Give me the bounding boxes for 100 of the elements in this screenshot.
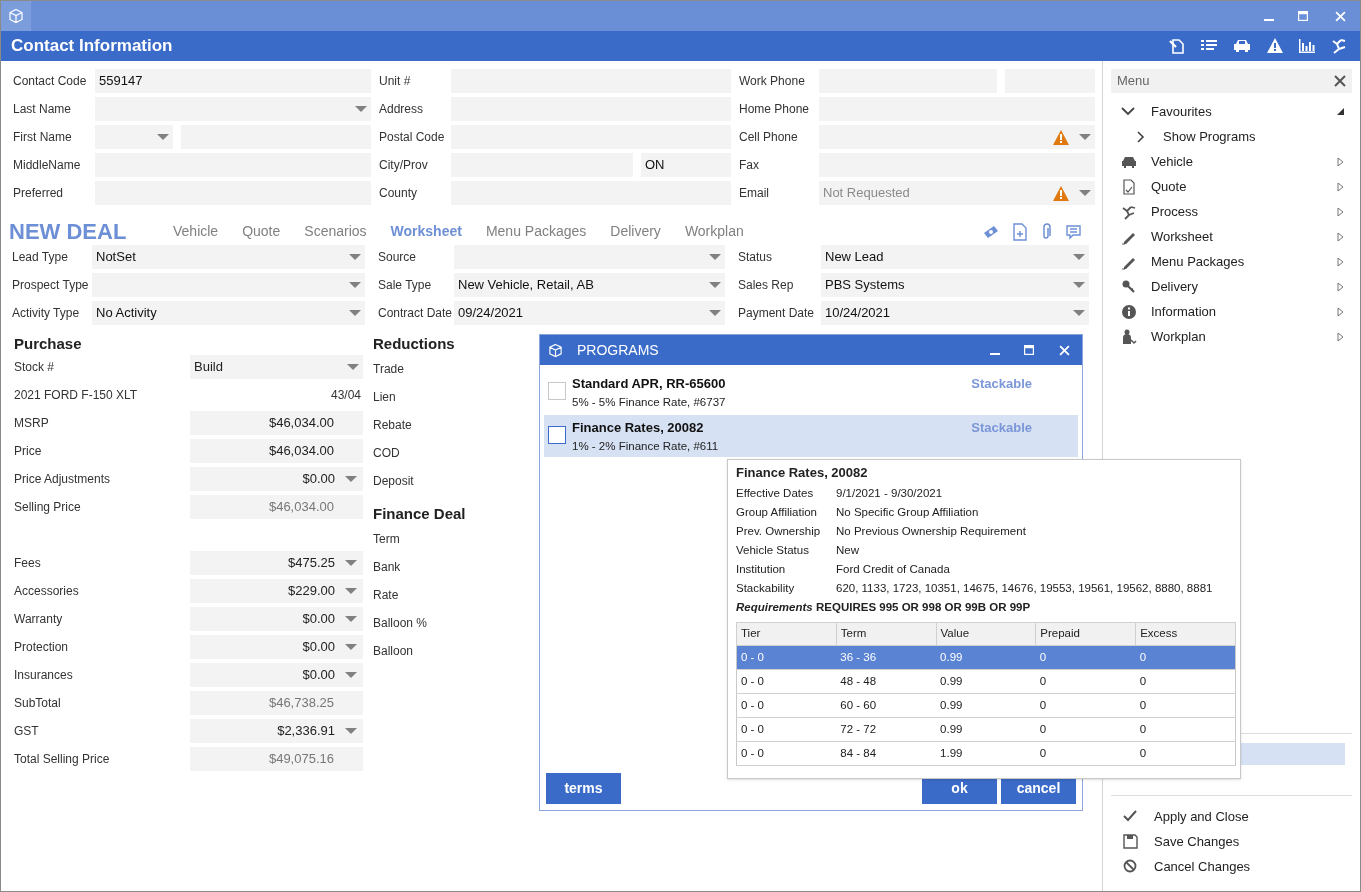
submenu-arrow-icon[interactable] — [1337, 331, 1344, 342]
menu-item[interactable]: Process — [1103, 199, 1360, 224]
tab[interactable]: Scenarios — [296, 221, 375, 243]
menu-item[interactable]: Show Programs — [1103, 124, 1360, 149]
submenu-arrow-icon[interactable] — [1337, 156, 1344, 167]
caret-icon[interactable] — [1079, 134, 1091, 140]
submenu-arrow-icon[interactable] — [1337, 206, 1344, 217]
submenu-arrow-icon[interactable] — [1337, 231, 1344, 242]
dropdown-field[interactable] — [95, 97, 371, 121]
field-label: COD — [373, 445, 400, 462]
caret-icon[interactable] — [345, 560, 357, 566]
tab[interactable]: Quote — [234, 221, 289, 243]
table-cell: 0 — [1035, 693, 1136, 718]
table-row[interactable]: 0 - 0 48 - 48 0.99 0 0 — [736, 669, 1236, 694]
tab[interactable]: Workplan — [676, 221, 752, 243]
checkbox[interactable] — [548, 382, 566, 400]
menu-item[interactable]: Menu Packages — [1103, 249, 1360, 274]
dropdown-field[interactable]: NotSet — [92, 245, 365, 269]
caret-icon[interactable] — [347, 364, 359, 370]
menu-item[interactable]: Favourites — [1103, 99, 1360, 124]
input-field[interactable]: $46,034.00 — [190, 439, 363, 463]
paperclip-icon[interactable] — [1040, 223, 1052, 241]
chevron-down-icon[interactable] — [1121, 107, 1135, 116]
caret-icon[interactable] — [349, 310, 361, 316]
chevron-right-icon[interactable] — [1137, 130, 1145, 143]
dropdown-field[interactable] — [819, 125, 1095, 149]
dropdown-field[interactable]: $0.00 — [190, 607, 363, 631]
table-row[interactable]: 0 - 0 36 - 36 0.99 0 0 — [736, 645, 1236, 670]
menu-item[interactable]: Quote — [1103, 174, 1360, 199]
bar-chart-icon[interactable] — [1298, 37, 1316, 55]
caret-icon[interactable] — [345, 644, 357, 650]
table-cell: 0.99 — [936, 693, 1036, 718]
caret-icon[interactable] — [349, 282, 361, 288]
caret-icon[interactable] — [1073, 310, 1085, 316]
submenu-arrow-icon[interactable] — [1337, 256, 1344, 267]
dropdown-field[interactable]: 09/24/2021 — [454, 301, 725, 325]
caret-icon[interactable] — [1073, 254, 1085, 260]
dropdown-field[interactable]: $2,336.91 — [190, 719, 363, 743]
add-document-icon[interactable] — [1012, 223, 1028, 241]
menu-action[interactable]: Save Changes — [1103, 829, 1360, 854]
caret-icon[interactable] — [345, 728, 357, 734]
menu-item[interactable]: Vehicle — [1103, 149, 1360, 174]
menu-action[interactable]: Cancel Changes — [1103, 854, 1360, 879]
dropdown-field[interactable] — [454, 245, 725, 269]
checkbox[interactable] — [548, 426, 566, 444]
dropdown-field[interactable]: No Activity — [92, 301, 365, 325]
dropdown-field[interactable] — [95, 125, 173, 149]
table-cell: 1.99 — [936, 741, 1036, 766]
close-icon[interactable] — [1334, 75, 1346, 87]
caret-icon[interactable] — [345, 616, 357, 622]
menu-item[interactable]: Delivery — [1103, 274, 1360, 299]
dropdown-field[interactable]: $0.00 — [190, 467, 363, 491]
dropdown-field[interactable]: PBS Systems — [821, 273, 1089, 297]
dropdown-field[interactable]: Build — [190, 355, 363, 379]
caret-icon[interactable] — [1079, 190, 1091, 196]
menu-item[interactable]: Workplan — [1103, 324, 1360, 349]
dropdown-field[interactable]: $475.25 — [190, 551, 363, 575]
submenu-arrow-icon[interactable] — [1337, 306, 1344, 317]
field-label: Sale Type — [377, 277, 433, 294]
caret-icon[interactable] — [1073, 282, 1085, 288]
dropdown-field[interactable] — [92, 273, 365, 297]
caret-icon[interactable] — [355, 106, 367, 112]
dropdown-field[interactable]: 10/24/2021 — [821, 301, 1089, 325]
caret-icon[interactable] — [709, 310, 721, 316]
caret-icon[interactable] — [345, 476, 357, 482]
tab[interactable]: Menu Packages — [477, 221, 595, 243]
tab[interactable]: Vehicle — [165, 221, 227, 243]
chat-icon[interactable] — [1064, 223, 1082, 241]
edit-document-icon[interactable] — [1168, 37, 1186, 55]
input-field[interactable]: 559147 — [95, 69, 371, 93]
submenu-arrow-icon[interactable] — [1337, 181, 1344, 192]
menu-search-field[interactable]: Menu — [1111, 69, 1352, 93]
caret-icon[interactable] — [709, 282, 721, 288]
table-row[interactable]: 0 - 0 84 - 84 1.99 0 0 — [736, 741, 1236, 766]
caret-icon[interactable] — [345, 588, 357, 594]
field-label: First Name — [12, 129, 73, 146]
submenu-arrow-icon[interactable] — [1337, 281, 1344, 292]
caret-icon[interactable] — [345, 672, 357, 678]
input-field[interactable]: $46,034.00 — [190, 411, 363, 435]
menu-item[interactable]: Worksheet — [1103, 224, 1360, 249]
menu-item[interactable]: Information — [1103, 299, 1360, 324]
dialog-button[interactable]: terms — [546, 773, 621, 804]
process-icon[interactable] — [1330, 37, 1348, 55]
dropdown-field[interactable]: New Lead — [821, 245, 1089, 269]
car-icon[interactable] — [1232, 37, 1252, 55]
menu-action[interactable]: Apply and Close — [1103, 804, 1360, 829]
dropdown-field[interactable]: $0.00 — [190, 663, 363, 687]
dropdown-field[interactable]: $0.00 — [190, 635, 363, 659]
input-field[interactable]: ON — [641, 153, 731, 177]
warning-icon[interactable] — [1266, 37, 1284, 55]
caret-icon[interactable] — [709, 254, 721, 260]
dropdown-field[interactable]: $229.00 — [190, 579, 363, 603]
dropdown-field[interactable]: New Vehicle, Retail, AB — [454, 273, 725, 297]
money-icon[interactable] — [982, 223, 1000, 241]
program-row[interactable]: Finance Rates, 20082 1% - 2% Finance Rate, #611 Stackable — [544, 415, 1078, 457]
caret-icon[interactable] — [157, 134, 169, 140]
tab[interactable]: Delivery — [602, 221, 669, 243]
table-row[interactable]: 0 - 0 60 - 60 0.99 0 0 — [736, 693, 1236, 718]
table-row[interactable]: 0 - 0 72 - 72 0.99 0 0 — [736, 717, 1236, 742]
caret-icon[interactable] — [349, 254, 361, 260]
